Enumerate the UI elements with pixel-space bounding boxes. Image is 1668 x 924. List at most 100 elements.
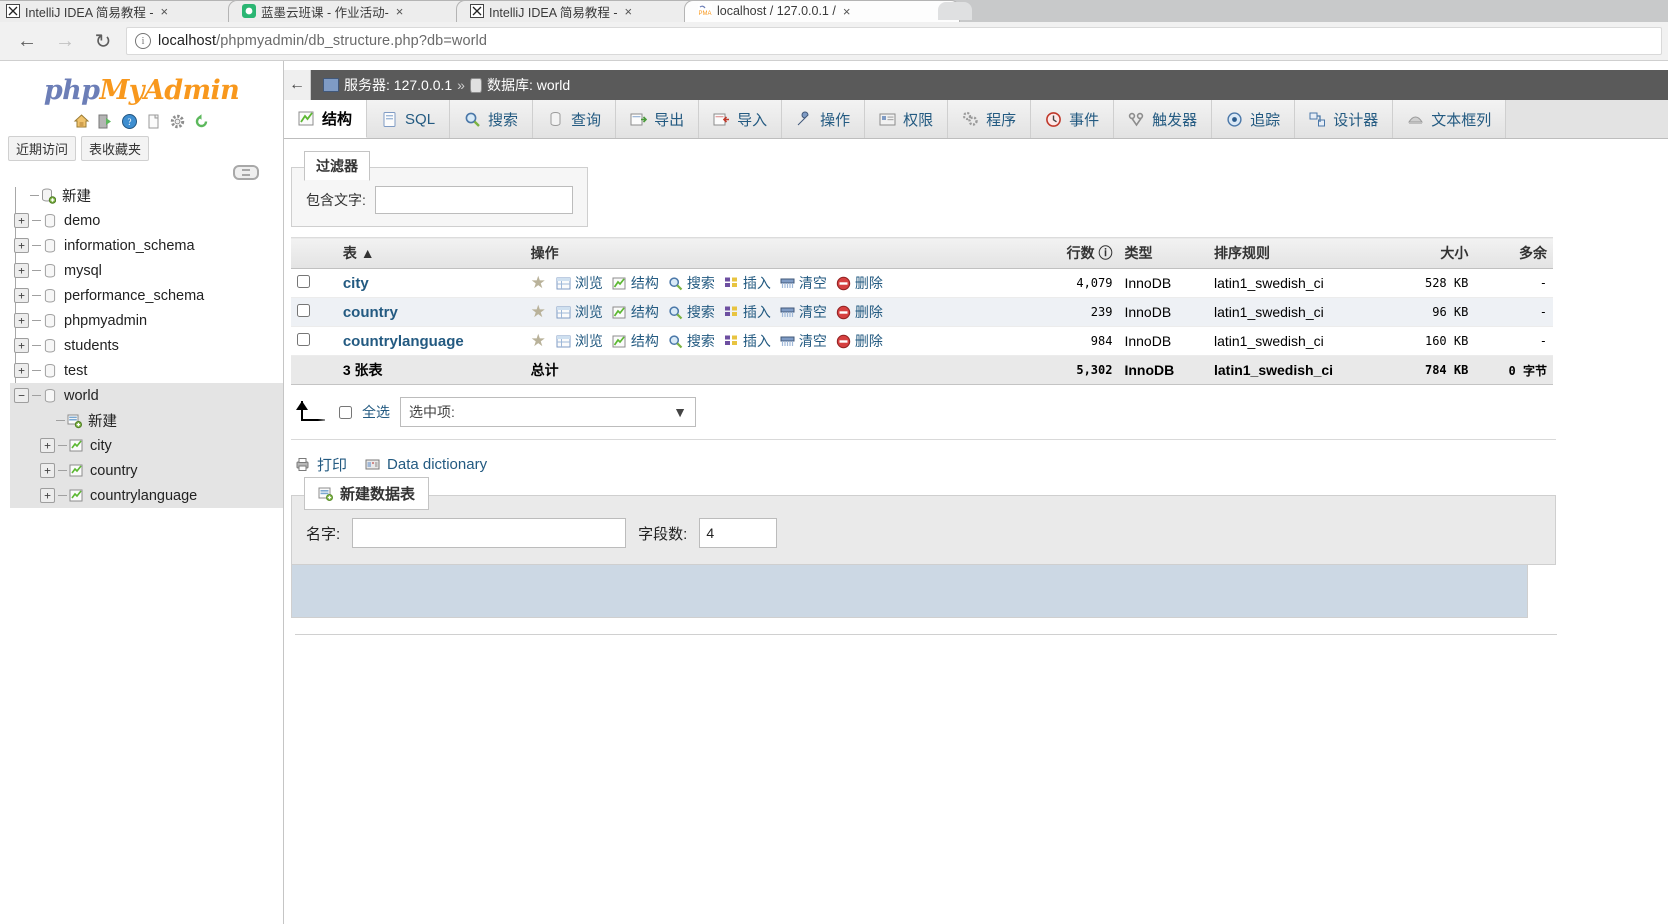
tree-node-world[interactable]: − world — [10, 383, 283, 408]
docs-icon[interactable]: ? — [121, 113, 138, 130]
tab-触发器[interactable]: 触发器 — [1114, 100, 1213, 138]
phpmyadmin-logo[interactable]: phpMyAdmin — [0, 61, 283, 106]
browser-tab-1[interactable]: IntelliJ IDEA 简易教程 - × — [0, 0, 242, 22]
expand-icon[interactable]: + — [40, 463, 55, 478]
expand-icon[interactable]: + — [14, 338, 29, 353]
tab-查询[interactable]: 查询 — [533, 100, 617, 138]
op-插入-link[interactable]: 插入 — [724, 302, 771, 322]
tree-node-test[interactable]: + test — [10, 358, 283, 383]
expand-icon[interactable]: + — [14, 288, 29, 303]
tree-node-mysql[interactable]: + mysql — [10, 258, 283, 283]
tab-导出[interactable]: 导出 — [616, 100, 700, 138]
op-搜索-link[interactable]: 搜索 — [668, 273, 715, 293]
th-size[interactable]: 大小 — [1384, 237, 1475, 269]
tree-node-xx[interactable]: 新建 — [10, 183, 283, 208]
info-icon[interactable]: i — [135, 33, 151, 49]
browser-tab-2[interactable]: 蓝墨云班课 - 作业活动- × — [228, 0, 478, 22]
tab-导入[interactable]: 导入 — [699, 100, 783, 138]
settings-icon[interactable] — [169, 113, 186, 130]
browser-tab-3[interactable]: IntelliJ IDEA 简易教程 - × — [456, 0, 706, 22]
op-清空-link[interactable]: 清空 — [780, 273, 827, 293]
star-icon[interactable]: ★ — [531, 302, 546, 322]
new-tab-button[interactable] — [938, 2, 972, 20]
tab-文本框列[interactable]: 文本框列 — [1393, 100, 1507, 138]
th-overhead[interactable]: 多余 — [1474, 237, 1553, 269]
op-清空-link[interactable]: 清空 — [780, 302, 827, 322]
tree-node-city[interactable]: + city — [10, 433, 283, 458]
tree-node-xx[interactable]: 新建 — [10, 408, 283, 433]
table-name-link[interactable]: countrylanguage — [343, 333, 464, 350]
th-name[interactable]: 表 ▲ — [336, 237, 525, 269]
op-清空-link[interactable]: 清空 — [780, 331, 827, 351]
filter-input[interactable] — [374, 186, 573, 214]
star-icon[interactable]: ★ — [531, 331, 546, 351]
recent-tables-tab[interactable]: 近期访问 — [8, 136, 77, 161]
th-rows[interactable]: 行数 ⓘ — [1018, 237, 1119, 269]
table-name-link[interactable]: city — [343, 275, 369, 292]
tree-node-performance_schema[interactable]: + performance_schema — [10, 283, 283, 308]
tab-SQL[interactable]: SQL — [367, 100, 451, 138]
tab-结构[interactable]: 结构 — [284, 100, 368, 138]
op-删除-link[interactable]: 删除 — [836, 302, 883, 322]
help-icon[interactable]: ⓘ — [1098, 245, 1112, 261]
tree-node-country[interactable]: + country — [10, 458, 283, 483]
star-icon[interactable]: ★ — [531, 273, 546, 293]
expand-icon[interactable]: + — [40, 438, 55, 453]
chain-icon[interactable] — [233, 165, 259, 180]
new-table-columns-input[interactable] — [699, 518, 778, 548]
back-arrow-icon[interactable]: ← — [284, 70, 311, 100]
with-selected-dropdown[interactable]: 选中项: ▼ — [400, 397, 696, 427]
data-dictionary-link[interactable]: Data dictionary — [365, 456, 487, 473]
forward-arrow-icon[interactable]: → — [46, 26, 84, 56]
op-搜索-link[interactable]: 搜索 — [668, 331, 715, 351]
op-结构-link[interactable]: 结构 — [612, 331, 659, 351]
expand-icon[interactable]: + — [14, 238, 29, 253]
address-bar[interactable]: i localhost/phpmyadmin/db_structure.php?… — [126, 27, 1662, 55]
op-浏览-link[interactable]: 浏览 — [556, 302, 603, 322]
th-type[interactable]: 类型 — [1118, 237, 1208, 269]
tree-node-phpmyadmin[interactable]: + phpmyadmin — [10, 308, 283, 333]
expand-icon[interactable]: + — [14, 363, 29, 378]
close-icon[interactable]: × — [625, 4, 633, 19]
close-icon[interactable]: × — [843, 4, 851, 19]
tab-搜索[interactable]: 搜索 — [450, 100, 534, 138]
logout-icon[interactable] — [97, 113, 114, 130]
tab-权限[interactable]: 权限 — [865, 100, 949, 138]
tree-node-countrylanguage[interactable]: + countrylanguage — [10, 483, 283, 508]
op-结构-link[interactable]: 结构 — [612, 273, 659, 293]
tree-node-demo[interactable]: + demo — [10, 208, 283, 233]
row-checkbox[interactable] — [297, 333, 310, 346]
tab-设计器[interactable]: 设计器 — [1295, 100, 1394, 138]
breadcrumb-server[interactable]: 服务器: 127.0.0.1 — [344, 75, 452, 95]
tab-操作[interactable]: 操作 — [782, 100, 866, 138]
check-all-label[interactable]: 全选 — [362, 402, 390, 422]
browser-tab-4[interactable]: PMA localhost / 127.0.0.1 / × — [684, 0, 960, 22]
print-link[interactable]: 打印 — [295, 454, 347, 475]
tree-node-information_schema[interactable]: + information_schema — [10, 233, 283, 258]
expand-icon[interactable]: + — [14, 313, 29, 328]
op-搜索-link[interactable]: 搜索 — [668, 302, 715, 322]
expand-icon[interactable]: + — [14, 263, 29, 278]
close-icon[interactable]: × — [396, 4, 404, 19]
reload-icon[interactable]: ↻ — [84, 26, 122, 56]
expand-icon[interactable]: + — [40, 488, 55, 503]
table-name-link[interactable]: country — [343, 304, 398, 321]
op-浏览-link[interactable]: 浏览 — [556, 331, 603, 351]
tab-事件[interactable]: 事件 — [1031, 100, 1115, 138]
row-checkbox[interactable] — [297, 304, 310, 317]
tree-node-students[interactable]: + students — [10, 333, 283, 358]
op-插入-link[interactable]: 插入 — [724, 273, 771, 293]
row-checkbox[interactable] — [297, 275, 310, 288]
tab-程序[interactable]: 程序 — [948, 100, 1032, 138]
expand-icon[interactable]: + — [14, 213, 29, 228]
collapse-icon[interactable]: − — [14, 388, 29, 403]
op-浏览-link[interactable]: 浏览 — [556, 273, 603, 293]
reload-nav-icon[interactable] — [193, 113, 210, 130]
op-插入-link[interactable]: 插入 — [724, 331, 771, 351]
favorite-tables-tab[interactable]: 表收藏夹 — [81, 136, 150, 161]
th-collation[interactable]: 排序规则 — [1207, 237, 1385, 269]
close-icon[interactable]: × — [161, 4, 169, 19]
op-结构-link[interactable]: 结构 — [612, 302, 659, 322]
wiki-icon[interactable] — [145, 113, 162, 130]
tab-追踪[interactable]: 追踪 — [1212, 100, 1296, 138]
